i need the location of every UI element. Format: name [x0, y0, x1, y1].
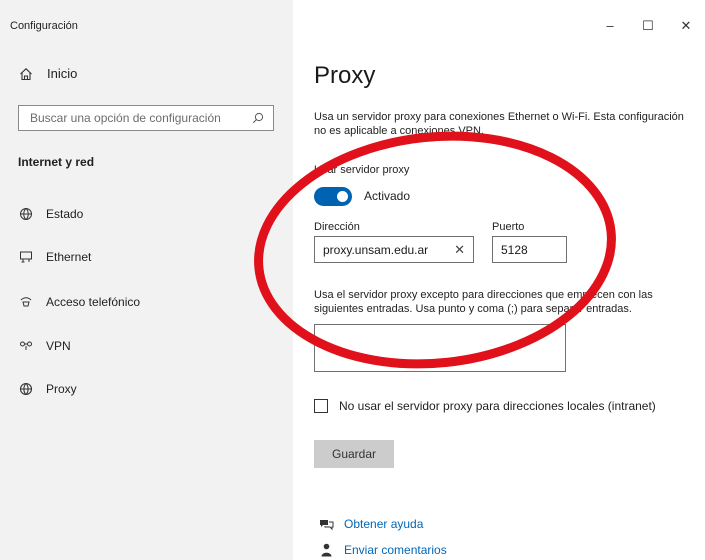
sidebar-item-label: VPN: [46, 339, 71, 353]
local-addresses-checkbox[interactable]: [314, 399, 328, 413]
send-feedback-link[interactable]: Enviar comentarios: [318, 543, 447, 557]
search-icon: [252, 112, 264, 124]
exceptions-description: Usa el servidor proxy excepto para direc…: [314, 289, 653, 315]
app-title: Configuración: [10, 20, 78, 32]
port-field: [492, 236, 567, 263]
clear-icon[interactable]: ✕: [454, 242, 465, 258]
maximize-button[interactable]: ☐: [629, 18, 667, 34]
globe-icon: [18, 381, 34, 397]
feedback-icon: [318, 543, 334, 557]
dial-up-icon: [18, 294, 34, 310]
page-title: Proxy: [314, 62, 376, 89]
home-icon: [20, 67, 32, 80]
window-controls: – ☐ ✕: [591, 18, 705, 34]
proxy-description: Usa un servidor proxy para conexiones Et…: [314, 111, 684, 137]
globe-status-icon: [18, 206, 34, 222]
home-label: Inicio: [47, 66, 78, 81]
address-label: Dirección: [314, 221, 360, 233]
minimize-button[interactable]: –: [591, 18, 629, 34]
search-box[interactable]: [18, 105, 274, 131]
sidebar-item-proxy[interactable]: Proxy: [18, 381, 77, 397]
home-link[interactable]: Inicio: [19, 66, 77, 81]
exceptions-input[interactable]: [314, 324, 566, 372]
sidebar-item-estado[interactable]: Estado: [18, 206, 83, 222]
port-input[interactable]: [501, 242, 558, 257]
use-proxy-label: Usar servidor proxy: [314, 164, 410, 176]
search-input[interactable]: [30, 111, 240, 125]
address-field: ✕: [314, 236, 474, 263]
send-feedback-label: Enviar comentarios: [344, 543, 447, 557]
section-title: Internet y red: [18, 155, 95, 169]
sidebar-item-acceso-telefonico[interactable]: Acceso telefónico: [18, 294, 140, 310]
sidebar: Configuración Inicio Internet y red Esta…: [0, 0, 293, 560]
sidebar-item-label: Acceso telefónico: [46, 295, 141, 309]
sidebar-item-label: Ethernet: [46, 250, 92, 264]
sidebar-item-vpn[interactable]: VPN: [18, 338, 71, 354]
sidebar-item-label: Proxy: [46, 382, 77, 396]
port-label: Puerto: [492, 221, 525, 233]
get-help-link[interactable]: Obtener ayuda: [318, 517, 423, 531]
sidebar-item-ethernet[interactable]: Ethernet: [18, 249, 91, 265]
address-input[interactable]: [323, 242, 451, 257]
use-proxy-toggle[interactable]: [314, 187, 352, 206]
sidebar-item-label: Estado: [46, 207, 84, 221]
save-button[interactable]: Guardar: [314, 440, 394, 468]
vpn-icon: [18, 338, 34, 354]
local-addresses-label: No usar el servidor proxy para direccion…: [339, 399, 656, 413]
help-chat-icon: [318, 518, 334, 531]
ethernet-icon: [18, 249, 34, 265]
toggle-state-label: Activado: [364, 189, 411, 203]
close-button[interactable]: ✕: [667, 18, 705, 34]
local-addresses-option[interactable]: No usar el servidor proxy para direccion…: [314, 399, 656, 413]
get-help-label: Obtener ayuda: [344, 517, 424, 531]
